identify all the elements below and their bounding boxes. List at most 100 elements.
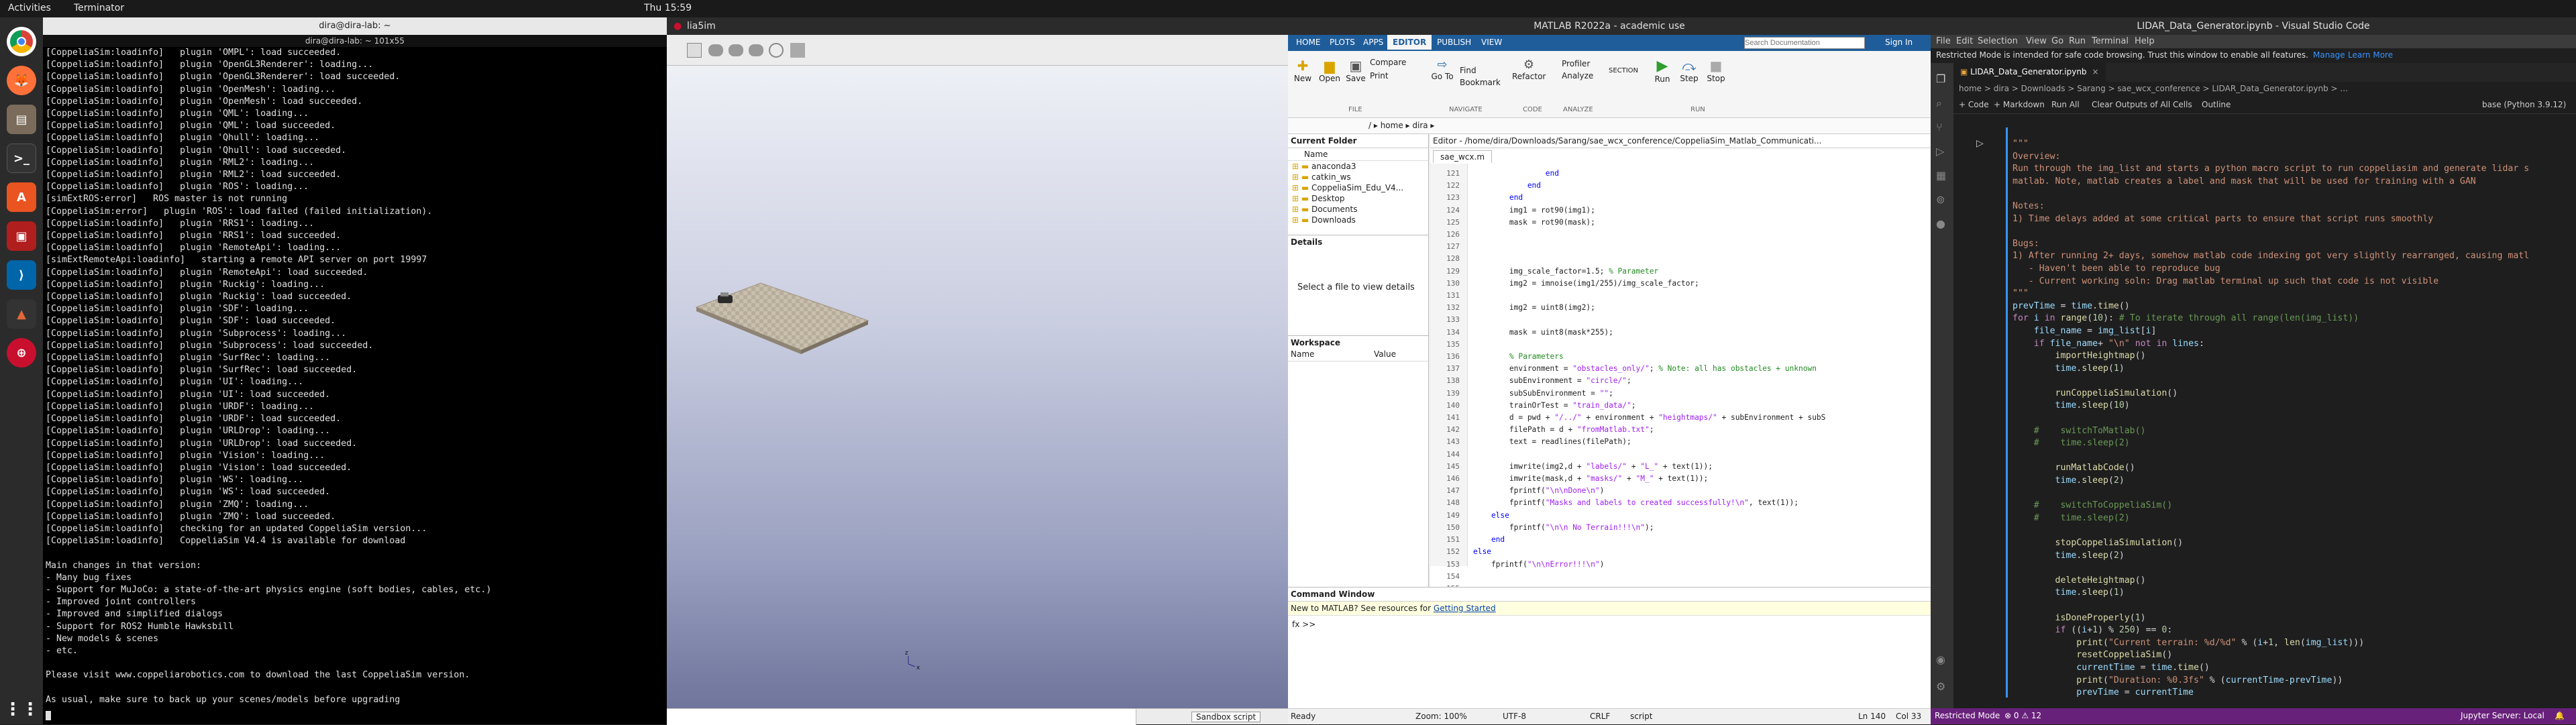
folder-item[interactable]: ⊞ ▬ catkin_ws bbox=[1288, 172, 1428, 182]
compare-button[interactable]: Compare bbox=[1370, 58, 1417, 67]
terminal-output[interactable]: [CoppeliaSim:loadinfo] plugin 'OMPL': lo… bbox=[46, 47, 663, 718]
tab-plots[interactable]: PLOTS bbox=[1330, 38, 1355, 47]
breadcrumb-path[interactable]: home > dira > Downloads > Sarang > sae_w… bbox=[1959, 84, 2348, 93]
menu-help[interactable]: Help bbox=[2135, 36, 2155, 46]
folder-item[interactable]: ⊞ ▬ Documents bbox=[1288, 204, 1428, 215]
run-debug-icon[interactable]: ▷ bbox=[1936, 145, 1944, 158]
save-button[interactable]: ▣ Save bbox=[1344, 58, 1367, 83]
learn-more-link[interactable]: Learn More bbox=[2348, 50, 2393, 60]
grid-icon[interactable] bbox=[790, 43, 805, 58]
firefox-icon[interactable]: 🦊 bbox=[7, 66, 36, 95]
section-group[interactable]: SECTION bbox=[1603, 67, 1644, 74]
col-value[interactable]: Value bbox=[1374, 349, 1396, 359]
remote-icon[interactable]: ⊚ bbox=[1936, 193, 1945, 206]
manage-link[interactable]: Manage bbox=[2313, 50, 2345, 60]
search-input[interactable] bbox=[1744, 37, 1865, 49]
col-name[interactable]: Name bbox=[1291, 349, 1314, 359]
run-cell-icon[interactable]: ▷ bbox=[1976, 138, 1984, 149]
analyze-button[interactable]: Analyze bbox=[1562, 71, 1602, 80]
files-icon[interactable]: ▤ bbox=[7, 105, 36, 134]
app-menu[interactable]: Terminator bbox=[74, 3, 124, 13]
step-button[interactable]: ⤼ Step bbox=[1677, 58, 1701, 83]
terminal-icon[interactable]: >_ bbox=[7, 144, 36, 173]
script-selector[interactable]: Sandbox script bbox=[1191, 712, 1261, 722]
terminal-line: [CoppeliaSim:loadinfo] plugin 'URLDrop':… bbox=[46, 438, 358, 449]
run-button[interactable]: ▶ Run bbox=[1650, 58, 1674, 84]
tab-apps[interactable]: APPS bbox=[1363, 38, 1383, 47]
restricted-mode-indicator[interactable]: Restricted Mode bbox=[1935, 711, 2000, 720]
kernel-selector[interactable]: base (Python 3.9.12) bbox=[2482, 100, 2566, 109]
clock[interactable]: Thu 15:59 bbox=[644, 3, 692, 13]
menu-selection[interactable]: Selection bbox=[1978, 36, 2018, 46]
search-icon[interactable]: ⌕ bbox=[1936, 97, 1942, 110]
command-prompt[interactable]: fx >> bbox=[1288, 616, 1931, 633]
menu-view[interactable]: View bbox=[2026, 36, 2047, 46]
menu-edit[interactable]: Edit bbox=[1956, 36, 1973, 46]
restricted-text: Restricted Mode is intended for safe cod… bbox=[1936, 50, 2308, 60]
eye-icon[interactable] bbox=[769, 43, 784, 58]
extensions-icon[interactable]: ▦ bbox=[1936, 169, 1946, 182]
car-icon[interactable] bbox=[708, 44, 723, 56]
add-code-button[interactable]: + Code bbox=[1959, 100, 1989, 109]
coppelia-icon[interactable]: ⊕ bbox=[7, 338, 36, 368]
menu-go[interactable]: Go bbox=[2051, 36, 2063, 46]
notebook-tab[interactable]: ▣ LIDAR_Data_Generator.ipynb × bbox=[1953, 63, 2106, 82]
tab-editor[interactable]: EDITOR bbox=[1387, 35, 1432, 50]
bell-icon[interactable]: 🔔 bbox=[2555, 711, 2565, 720]
settings-gear-icon[interactable]: ⚙ bbox=[1936, 680, 1945, 693]
clear-outputs-button[interactable]: Clear Outputs of All Cells bbox=[2092, 100, 2192, 109]
find-button[interactable]: Find bbox=[1460, 66, 1500, 75]
sign-in-link[interactable]: Sign In bbox=[1885, 38, 1913, 47]
terminal-line: [CoppeliaSim:loadinfo] plugin 'URLDrop':… bbox=[46, 426, 331, 437]
matlab-icon[interactable]: ▲ bbox=[7, 299, 36, 329]
open-button[interactable]: ▆ Open bbox=[1318, 58, 1342, 83]
tab-view[interactable]: VIEW bbox=[1481, 38, 1502, 47]
add-markdown-button[interactable]: + Markdown bbox=[1994, 100, 2045, 109]
group-label-code: CODE bbox=[1523, 106, 1542, 113]
jupyter-server-indicator[interactable]: Jupyter Server: Local bbox=[2461, 711, 2544, 720]
new-button[interactable]: ✚ New bbox=[1292, 58, 1313, 83]
menu-file[interactable]: File bbox=[1936, 36, 1951, 46]
explorer-icon[interactable]: ❐ bbox=[1936, 72, 1945, 85]
github-icon[interactable]: ● bbox=[1936, 217, 1945, 230]
tab-home[interactable]: HOME bbox=[1296, 38, 1320, 47]
account-icon[interactable]: ◉ bbox=[1936, 653, 1945, 666]
tab-publish[interactable]: PUBLISH bbox=[1437, 38, 1471, 47]
vscode-icon[interactable]: ⟩ bbox=[7, 260, 36, 290]
lua-command-input[interactable] bbox=[667, 709, 1136, 725]
folder-item[interactable]: ⊞ ▬ anaconda3 bbox=[1288, 161, 1428, 172]
store-icon[interactable]: A bbox=[7, 182, 36, 212]
terminator-icon[interactable]: ▣ bbox=[7, 221, 36, 251]
activities-button[interactable]: Activities bbox=[8, 3, 51, 13]
editor-tab[interactable]: sae_wcx.m bbox=[1433, 150, 1493, 163]
chrome-icon[interactable] bbox=[7, 27, 36, 56]
profiler-button[interactable]: Profiler bbox=[1562, 59, 1602, 68]
bookmark-button[interactable]: Bookmark bbox=[1460, 78, 1507, 87]
source-control-icon[interactable]: ⑂ bbox=[1936, 121, 1943, 133]
run-all-button[interactable]: Run All bbox=[2051, 100, 2080, 109]
cell-code[interactable]: """ Overview: Run through the img_list a… bbox=[2012, 138, 2569, 708]
code-area[interactable]: end end end img1 = rot90(img1); mask = r… bbox=[1473, 168, 1956, 570]
outline-button[interactable]: Outline bbox=[2202, 100, 2231, 109]
stop-button[interactable]: ■ Stop bbox=[1704, 58, 1728, 83]
toolbar-square-icon[interactable] bbox=[687, 43, 702, 58]
car-icon[interactable] bbox=[729, 44, 743, 56]
folder-icon: ⊞ ▬ bbox=[1292, 194, 1312, 203]
menu-run[interactable]: Run bbox=[2069, 36, 2086, 46]
close-icon[interactable]: × bbox=[2092, 67, 2099, 76]
goto-button[interactable]: ⇨ Go To bbox=[1429, 58, 1456, 81]
grid-icon[interactable]: ⋮⋮ bbox=[4, 695, 39, 724]
scene-viewport[interactable]: z x bbox=[667, 66, 1288, 722]
folder-item[interactable]: ⊞ ▬ CoppeliaSim_Edu_V4... bbox=[1288, 182, 1428, 193]
path-text[interactable]: / ▸ home ▸ dira ▸ bbox=[1368, 121, 1434, 130]
getting-started-link[interactable]: Getting Started bbox=[1434, 604, 1496, 613]
print-button[interactable]: Print bbox=[1370, 71, 1417, 80]
terminal-line: [CoppeliaSim:loadinfo] plugin 'QML': loa… bbox=[46, 121, 336, 131]
problems-indicator[interactable]: ⊗ 0 ⚠ 12 bbox=[2004, 711, 2041, 720]
car-icon[interactable] bbox=[749, 44, 763, 56]
refactor-button[interactable]: ⚙ Refactor bbox=[1512, 58, 1546, 81]
folder-item[interactable]: ⊞ ▬ Desktop bbox=[1288, 193, 1428, 204]
menu-terminal[interactable]: Terminal bbox=[2092, 36, 2129, 46]
column-header[interactable]: Name bbox=[1288, 148, 1428, 161]
folder-item[interactable]: ⊞ ▬ Downloads bbox=[1288, 215, 1428, 225]
